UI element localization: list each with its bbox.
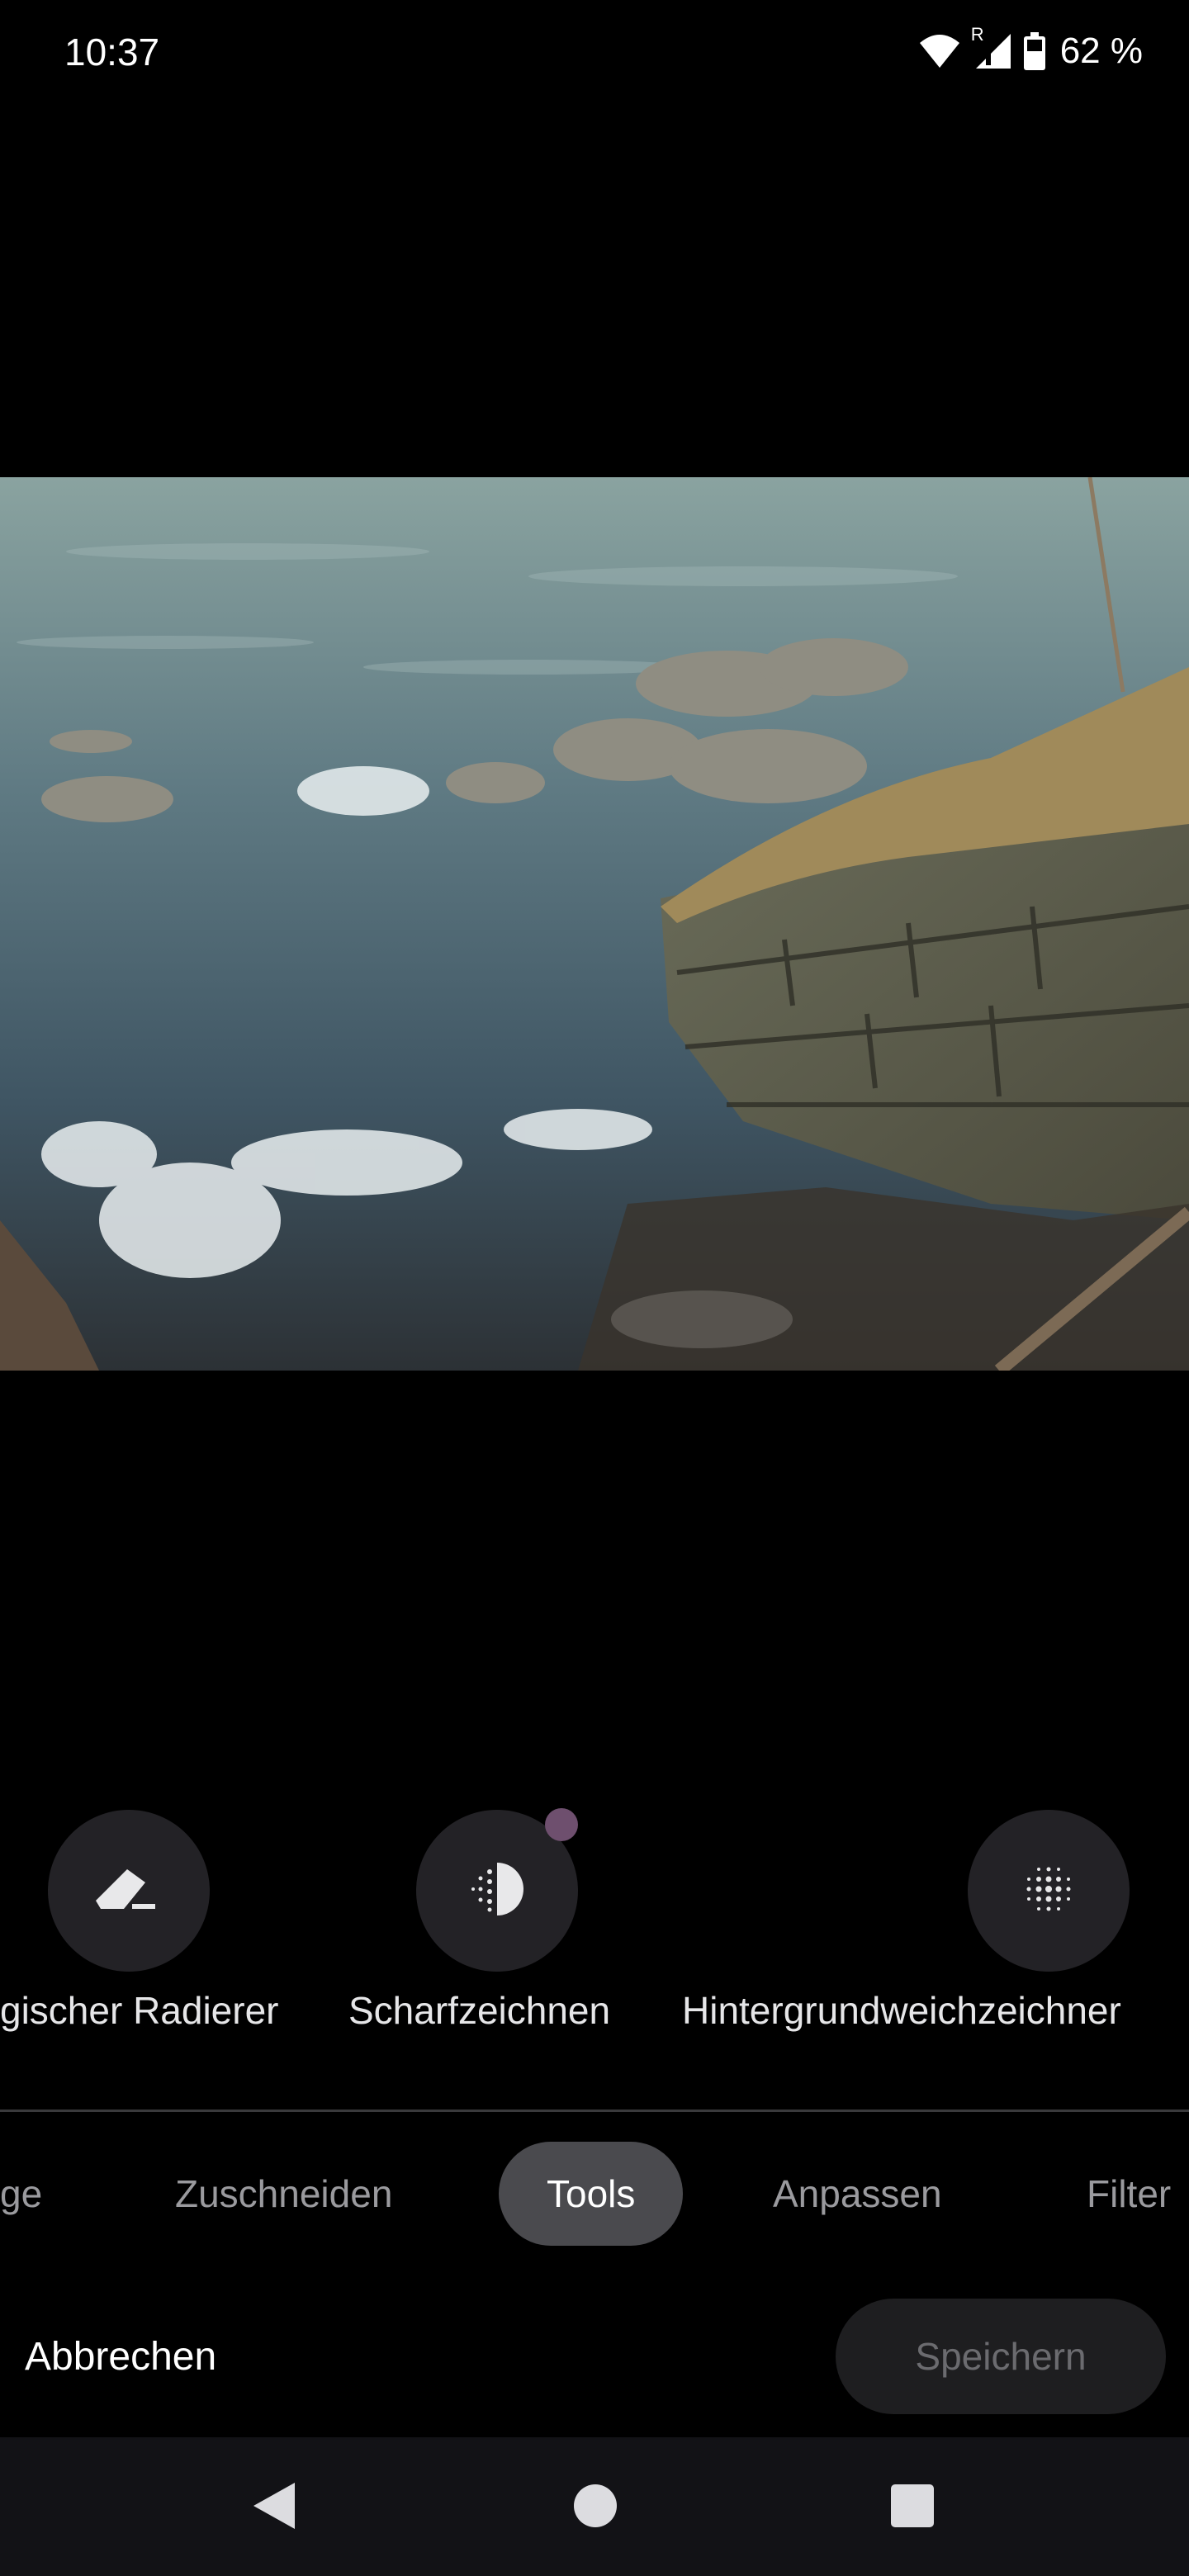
back-icon [250, 2481, 296, 2535]
new-feature-badge [545, 1808, 578, 1841]
save-button[interactable]: Speichern [836, 2299, 1166, 2414]
tool-background-blur-label: Hintergrundweichzeichner [682, 1989, 1121, 2032]
tab-adjust[interactable]: Anpassen [773, 2142, 942, 2246]
tool-sharpen-label: Scharfzeichnen [348, 1989, 611, 2032]
category-tabs[interactable]: ge Zuschneiden Tools Anpassen Filter [0, 2142, 1189, 2246]
roaming-indicator: R [970, 24, 984, 45]
home-button[interactable] [566, 2479, 624, 2536]
cancel-button[interactable]: Abbrechen [25, 2328, 216, 2386]
river-photo [0, 477, 1189, 1371]
tab-crop[interactable]: Zuschneiden [175, 2142, 392, 2246]
status-icons: R 62 % [918, 24, 1143, 74]
background-blur-icon [1020, 1860, 1078, 1922]
recents-icon [889, 2483, 936, 2533]
photo-preview[interactable] [0, 477, 1189, 1371]
tab-tools[interactable]: Tools [499, 2142, 684, 2246]
battery-percent: 62 % [1059, 31, 1143, 71]
tab-filter[interactable]: Filter [1087, 2142, 1171, 2246]
home-icon [572, 2483, 618, 2533]
sharpen-icon [468, 1860, 526, 1922]
wifi-icon [918, 33, 961, 69]
tool-carousel[interactable]: gischer Radierer Scharfzeichnen Hintergr… [0, 1808, 1189, 2056]
navigation-bar [0, 2437, 1189, 2576]
divider [0, 2110, 1189, 2112]
battery-icon [1023, 32, 1045, 70]
back-button[interactable] [244, 2479, 302, 2536]
recents-button[interactable] [883, 2479, 941, 2536]
status-time: 10:37 [64, 31, 160, 73]
tool-magic-eraser-button[interactable] [48, 1810, 210, 1972]
save-button-label: Speichern [915, 2335, 1087, 2378]
eraser-icon [96, 1864, 162, 1918]
signal-icon: R [971, 24, 1012, 70]
tool-background-blur-button[interactable] [968, 1810, 1130, 1972]
tool-magic-eraser-label: gischer Radierer [0, 1989, 279, 2032]
status-bar: 10:37 R 62 % [0, 0, 1189, 107]
tab-previous-partial[interactable]: ge [0, 2142, 42, 2246]
